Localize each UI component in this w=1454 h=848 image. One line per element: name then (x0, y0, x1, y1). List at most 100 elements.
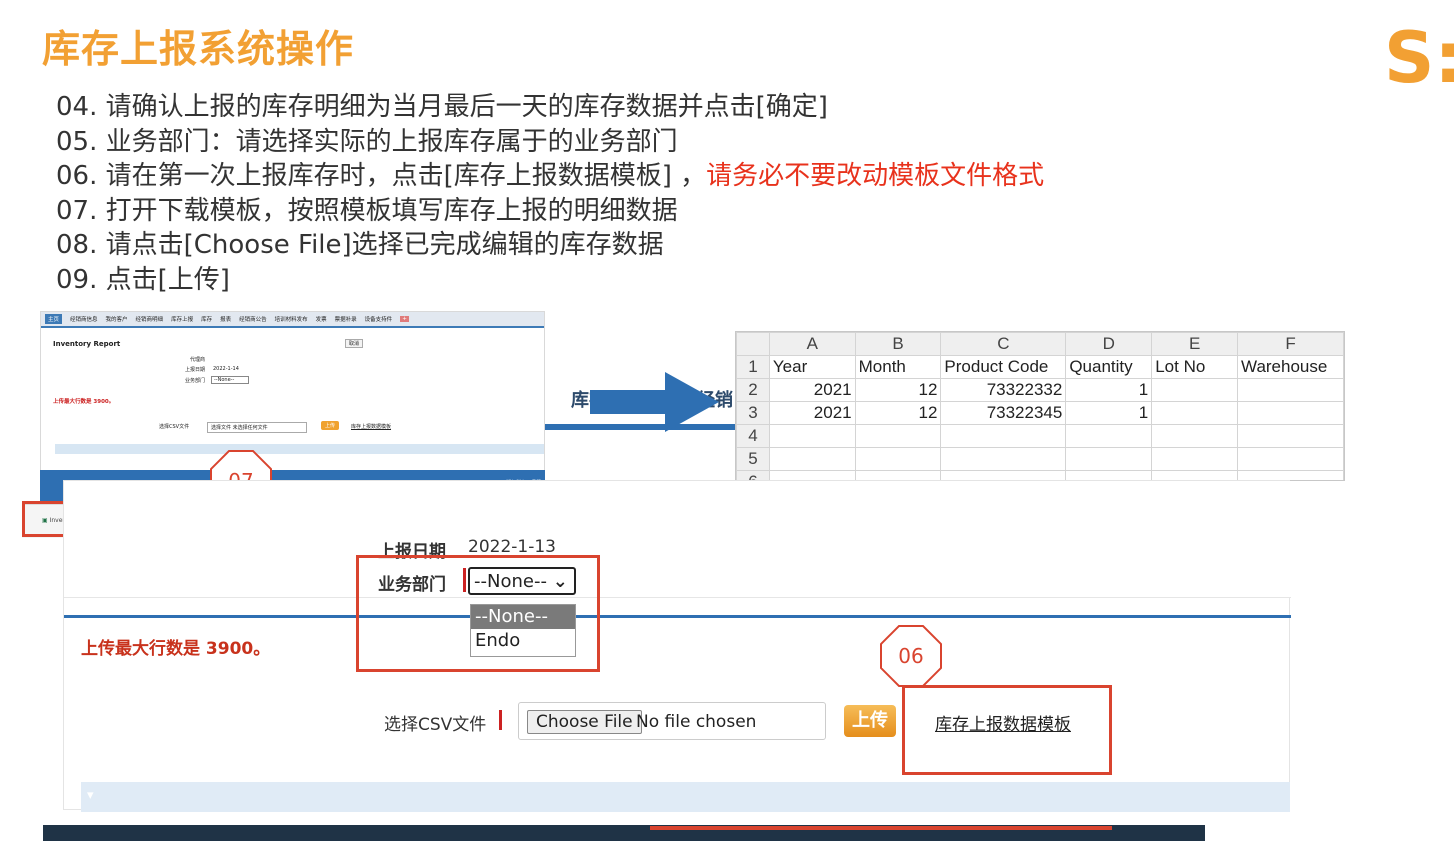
nav-inventory-report[interactable]: 库存上报 (171, 315, 193, 323)
cell[interactable]: Quantity (1065, 355, 1153, 379)
file-input-large[interactable]: Choose File No file chosen (518, 702, 826, 740)
nav-training[interactable]: 培训材料发布 (275, 315, 308, 323)
section-bar (55, 444, 544, 454)
nav-reports[interactable]: 报表 (220, 315, 231, 323)
cell[interactable]: Warehouse (1237, 355, 1344, 379)
highlight-box-06 (902, 685, 1112, 775)
step-05: 05. 业务部门：请选择实际的上报库存属于的业务部门 (56, 126, 678, 157)
right-arrow-icon (665, 372, 719, 432)
table-row: 4 (736, 424, 1344, 448)
row-number: 2 (736, 378, 770, 402)
spreadsheet-grid: A B C D E F 1 Year Month Product Code Qu… (736, 332, 1344, 480)
cell[interactable]: Year (768, 355, 856, 379)
col-header: A (768, 332, 856, 356)
cell[interactable] (940, 447, 1067, 471)
row-number: 1 (736, 355, 770, 379)
agent-label: 代理商 (189, 357, 205, 363)
cell[interactable]: 12 (854, 401, 942, 425)
nav-dealer-notice[interactable]: 经销商公告 (239, 315, 267, 323)
choose-file-button[interactable]: Choose File (527, 710, 642, 734)
report-title: Inventory Report (53, 340, 121, 348)
upload-button-large[interactable]: 上传 (844, 705, 896, 737)
cell[interactable] (1151, 447, 1239, 471)
nav-dealer-info[interactable]: 经销商信息 (70, 315, 98, 323)
brand-logo: S: (1384, 17, 1454, 99)
highlight-underline (650, 826, 1112, 830)
nav-receipt[interactable]: 票据补录 (335, 315, 357, 323)
col-header: C (940, 332, 1067, 356)
csv-label-large: 选择CSV文件 (384, 715, 487, 735)
cell[interactable] (940, 424, 1067, 448)
row-number: 5 (736, 447, 770, 471)
cell[interactable] (1151, 424, 1239, 448)
cell[interactable] (1151, 378, 1239, 402)
upload-button[interactable]: 上传 (321, 421, 340, 430)
cell[interactable]: 73322332 (940, 378, 1067, 402)
slide-title: 库存上报系统操作 (42, 27, 355, 71)
cell[interactable]: Lot No (1151, 355, 1239, 379)
step-04: 04. 请确认上报的库存明细为当月最后一天的库存数据并点击[确定] (56, 92, 828, 122)
table-row: 3 2021 12 73322345 1 (736, 401, 1344, 425)
col-header: B (854, 332, 942, 356)
col-header: F (1237, 332, 1344, 356)
nav-my-customers[interactable]: 我的客户 (106, 315, 128, 323)
collapsible-section-bar[interactable]: ▾ (81, 782, 1290, 812)
cell[interactable]: 73322345 (940, 401, 1067, 425)
cell[interactable] (768, 424, 856, 448)
nav-invoice[interactable]: 发票 (316, 315, 327, 323)
col-header: D (1065, 332, 1153, 356)
cell[interactable]: 1 (1065, 378, 1153, 402)
row-number: 3 (736, 401, 770, 425)
required-marker (499, 710, 502, 730)
max-rows-note-large: 上传最大行数是 3900。 (81, 639, 271, 659)
cell[interactable]: Month (854, 355, 942, 379)
step-06-text: 06. 请在第一次上报库存时，点击[库存上报数据模板] ， (56, 161, 707, 191)
cell[interactable]: 2021 (768, 401, 856, 425)
file-input[interactable]: 选择文件 未选择任何文件 (207, 422, 307, 433)
step-08: 08. 请点击[Choose File]选择已完成编辑的库存数据 (56, 230, 664, 260)
arrow-stem (590, 390, 666, 414)
table-row: 5 (736, 447, 1344, 471)
table-row: 1 Year Month Product Code Quantity Lot N… (736, 355, 1344, 379)
cancel-button[interactable]: 取消 (345, 339, 364, 348)
cell[interactable]: 2021 (768, 378, 856, 402)
nav-equipment[interactable]: 设备支持件 (365, 315, 393, 323)
cell[interactable] (1237, 378, 1344, 402)
cell[interactable] (1065, 424, 1153, 448)
cell[interactable]: 12 (854, 378, 942, 402)
date-label: 上报日期 (184, 367, 205, 373)
cell[interactable] (1151, 401, 1239, 425)
cell[interactable] (1237, 447, 1344, 471)
table-row: 2 2021 12 73322332 1 (736, 378, 1344, 402)
nav-plus-tab[interactable]: + (400, 316, 409, 322)
max-rows-note: 上传最大行数是 3900。 (53, 399, 115, 405)
cell[interactable]: Product Code (940, 355, 1067, 379)
excel-template-preview: A B C D E F 1 Year Month Product Code Qu… (735, 331, 1345, 481)
section-divider (64, 615, 1291, 618)
column-header-row: A B C D E F (736, 332, 1344, 356)
nav-home[interactable]: 主页 (45, 314, 63, 324)
nav-dealer-details[interactable]: 经销商明细 (136, 315, 164, 323)
dept-label: 业务部门 (184, 378, 205, 384)
row-number: 4 (736, 424, 770, 448)
cell[interactable] (1065, 447, 1153, 471)
cell[interactable] (854, 424, 942, 448)
cell[interactable] (854, 447, 942, 471)
form-header-section (64, 481, 1291, 598)
cell[interactable] (1237, 401, 1344, 425)
cell[interactable] (1237, 424, 1344, 448)
dept-select[interactable]: --None-- (211, 376, 249, 384)
nav-inventory[interactable]: 库存 (201, 315, 212, 323)
template-link[interactable]: 库存上报数据模板 (351, 423, 391, 430)
corner-cell (736, 332, 770, 356)
marker-06-label: 06 (882, 627, 940, 685)
cell[interactable] (768, 447, 856, 471)
step-09: 09. 点击[上传] (56, 264, 230, 295)
steps-list: 04. 请确认上报的库存明细为当月最后一天的库存数据并点击[确定] 05. 业务… (56, 90, 1044, 297)
csv-label: 选择CSV文件 (159, 424, 190, 430)
step-06-warning: 请务必不要改动模板文件格式 (706, 161, 1045, 191)
step-06: 06. 请在第一次上报库存时，点击[库存上报数据模板] ，请务必不要改动模板文件… (56, 159, 1044, 194)
highlight-box-dept (356, 555, 600, 672)
cell[interactable]: 1 (1065, 401, 1153, 425)
col-header: E (1151, 332, 1239, 356)
